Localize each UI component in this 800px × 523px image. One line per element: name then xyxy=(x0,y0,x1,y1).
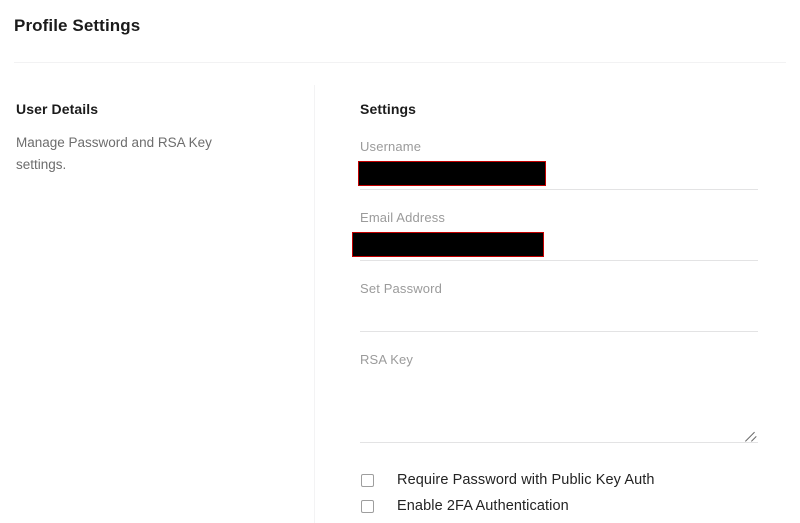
settings-body: User Details Manage Password and RSA Key… xyxy=(0,63,800,523)
email-address-input[interactable] xyxy=(352,227,758,261)
resize-handle-icon[interactable] xyxy=(745,429,758,442)
email-address-redaction-box xyxy=(352,232,544,257)
user-details-panel: User Details Manage Password and RSA Key… xyxy=(16,99,286,176)
user-details-heading: User Details xyxy=(16,101,99,117)
set-password-label: Set Password xyxy=(360,281,443,296)
field-set-password: Set Password xyxy=(360,280,758,332)
settings-panel: Settings Username Email Address Set Pass… xyxy=(352,99,760,519)
field-username: Username xyxy=(358,138,758,190)
username-input[interactable] xyxy=(358,156,758,190)
email-address-label: Email Address xyxy=(360,210,446,225)
username-redaction-box xyxy=(358,161,546,186)
enable-2fa-authentication-checkbox[interactable] xyxy=(361,499,374,513)
options-checkbox-list: Require Password with Public Key Auth En… xyxy=(360,467,760,519)
field-rsa-key: RSA Key xyxy=(360,351,758,443)
checkbox-row-require-password-public-key-auth[interactable]: Require Password with Public Key Auth xyxy=(360,467,760,493)
user-details-description: Manage Password and RSA Key settings. xyxy=(16,135,212,172)
column-divider xyxy=(314,85,315,523)
settings-heading: Settings xyxy=(360,101,417,117)
field-email-address: Email Address xyxy=(352,209,758,261)
require-password-public-key-auth-label: Require Password with Public Key Auth xyxy=(397,472,655,488)
rsa-key-textarea[interactable] xyxy=(360,369,758,443)
checkbox-row-enable-2fa-authentication[interactable]: Enable 2FA Authentication xyxy=(360,493,760,519)
require-password-public-key-auth-checkbox[interactable] xyxy=(361,473,374,487)
page-title: Profile Settings xyxy=(14,16,141,35)
set-password-input[interactable] xyxy=(360,298,758,332)
rsa-key-label: RSA Key xyxy=(360,352,414,367)
enable-2fa-authentication-label: Enable 2FA Authentication xyxy=(397,498,569,514)
username-label: Username xyxy=(360,139,422,154)
page-header: Profile Settings xyxy=(0,0,800,63)
